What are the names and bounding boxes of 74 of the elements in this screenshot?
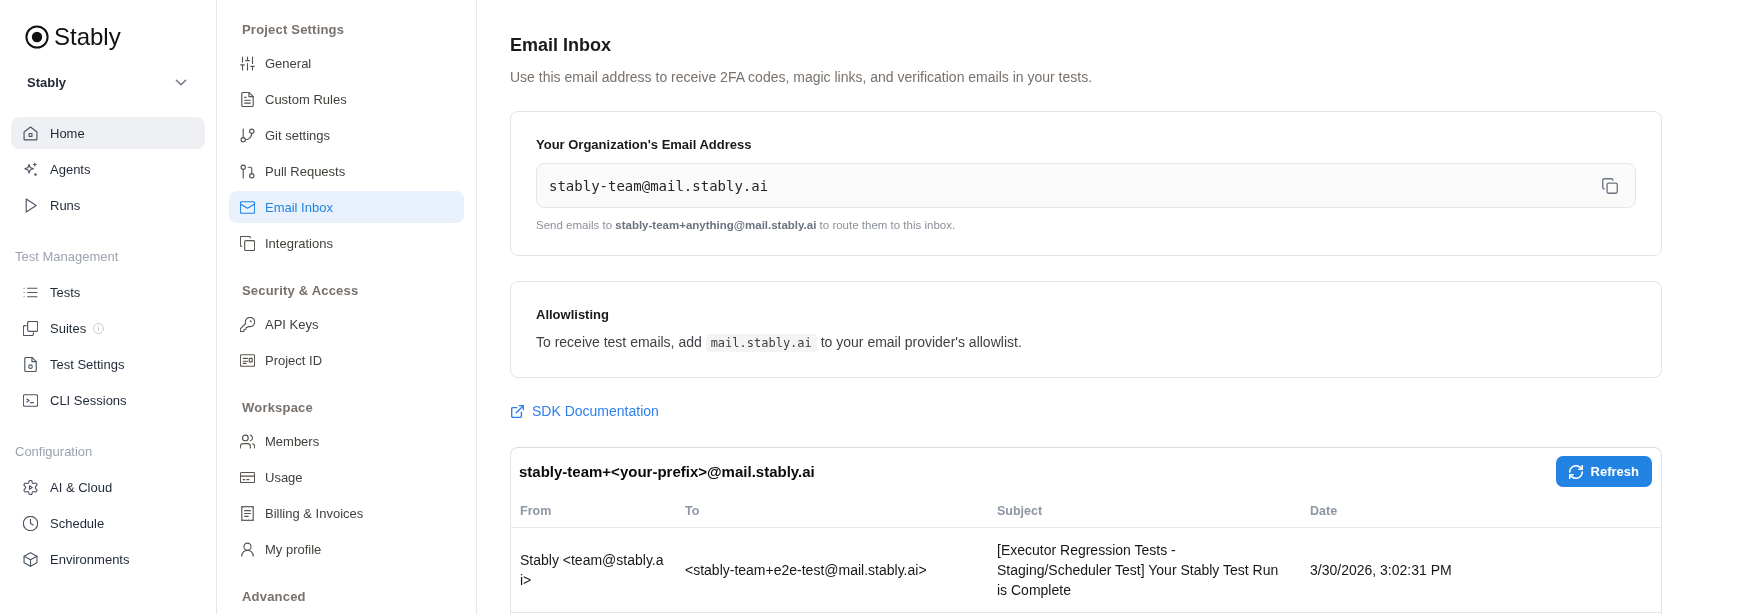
table-cell-text: 3/30/2026, 3:02:31 PM bbox=[1309, 561, 1453, 580]
workspace-selector[interactable]: Stably bbox=[27, 72, 188, 92]
table-cell-text: Stably <team@stably.ai> bbox=[519, 551, 665, 590]
cube-icon bbox=[23, 551, 38, 567]
nav-item[interactable]: Environments bbox=[11, 543, 205, 575]
table-cell-text: [Executor Regression Tests - Staging/Scheduler Test] Your Stably Test Run is Complete bbox=[996, 541, 1280, 600]
table-cell-text: <stably-team+e2e-test@mail.stably.ai> bbox=[684, 561, 928, 580]
settings-nav-item[interactable]: Integrations bbox=[229, 227, 464, 259]
sdk-documentation-link[interactable]: SDK Documentation bbox=[510, 401, 659, 421]
column-header: From bbox=[519, 502, 553, 519]
ring-dot-logo-icon bbox=[25, 25, 49, 49]
terminal-icon bbox=[23, 392, 38, 408]
section-heading: Test Management bbox=[14, 248, 120, 266]
document-gear-icon bbox=[23, 356, 38, 372]
credit-card-icon bbox=[240, 469, 255, 485]
settings-nav-item[interactable]: Project ID bbox=[229, 344, 464, 376]
settings-nav-item[interactable]: Custom Rules bbox=[229, 83, 464, 115]
section-heading: Configuration bbox=[14, 443, 94, 461]
section-heading: Workspace bbox=[241, 399, 314, 417]
brand-name: Stably bbox=[54, 23, 121, 51]
hint-text: Send emails to stably-team+anything@mail.stably.ai to route them to this inbox. bbox=[536, 218, 957, 233]
section-heading: Security & Access bbox=[241, 282, 360, 300]
nav-item[interactable]: Home bbox=[11, 117, 205, 149]
nav-item[interactable]: Suites bbox=[11, 312, 205, 344]
page-description: Use this email address to receive 2FA codes, magic links, and verification emails in your tests. bbox=[510, 68, 1094, 87]
sparkle-icon bbox=[23, 161, 38, 177]
settings-nav-item[interactable]: Email Inbox bbox=[229, 191, 464, 223]
nav-item[interactable]: Runs bbox=[11, 189, 205, 221]
document-icon bbox=[240, 91, 255, 107]
column-header: To bbox=[684, 502, 701, 519]
nav-item[interactable]: Agents bbox=[11, 153, 205, 185]
play-icon bbox=[23, 197, 38, 213]
nav-item[interactable]: Test Settings bbox=[11, 348, 205, 380]
stacked-squares-icon bbox=[240, 235, 255, 251]
clock-icon bbox=[23, 515, 38, 531]
sliders-icon bbox=[240, 55, 255, 71]
field-label: Your Organization's Email Address bbox=[536, 136, 753, 154]
column-header: Subject bbox=[996, 502, 1044, 519]
column-header: Date bbox=[1309, 502, 1339, 519]
settings-nav-item[interactable]: My profile bbox=[229, 533, 464, 565]
id-card-icon bbox=[240, 352, 255, 368]
key-icon bbox=[240, 316, 255, 332]
copy-icon[interactable] bbox=[1602, 177, 1618, 194]
nav-item[interactable]: Schedule bbox=[11, 507, 205, 539]
chevron-down-icon bbox=[175, 78, 187, 86]
refresh-button[interactable]: Refresh bbox=[1555, 456, 1652, 487]
pull-request-icon bbox=[240, 163, 255, 179]
external-link-icon bbox=[511, 404, 524, 418]
settings-nav-item[interactable]: API Keys bbox=[229, 308, 464, 340]
inbox-address-title: stably-team+<your-prefix>@mail.stably.ai bbox=[519, 463, 815, 480]
mail-icon bbox=[240, 199, 255, 215]
settings-nav-item[interactable]: Members bbox=[229, 425, 464, 457]
nav-item[interactable]: Tests bbox=[11, 276, 205, 308]
home-icon bbox=[23, 125, 38, 141]
users-icon bbox=[240, 433, 255, 449]
settings-nav-item[interactable]: Billing & Invoices bbox=[229, 497, 464, 529]
page-title: Email Inbox bbox=[510, 34, 613, 57]
stacked-squares-icon bbox=[23, 320, 38, 336]
git-branch-icon bbox=[240, 127, 255, 143]
user-icon bbox=[240, 541, 255, 557]
section-heading: Project Settings bbox=[241, 21, 346, 39]
settings-nav-item[interactable]: General bbox=[229, 47, 464, 79]
allowlist-text: To receive test emails, add mail.stably.ai to your email provider's allowlist. bbox=[536, 333, 1023, 353]
nav-item[interactable]: CLI Sessions bbox=[11, 384, 205, 416]
nav-item[interactable]: AI & Cloud bbox=[11, 471, 205, 503]
section-heading: Advanced bbox=[241, 588, 307, 606]
receipt-icon bbox=[240, 505, 255, 521]
settings-nav-item[interactable]: Pull Requests bbox=[229, 155, 464, 187]
refresh-icon bbox=[1568, 464, 1583, 479]
gear-icon bbox=[23, 479, 38, 495]
settings-nav-item[interactable]: Usage bbox=[229, 461, 464, 493]
card-title: Allowlisting bbox=[536, 306, 610, 324]
email-address-field[interactable]: stably-team@mail.stably.ai bbox=[536, 163, 1636, 208]
settings-nav-item[interactable]: Git settings bbox=[229, 119, 464, 151]
